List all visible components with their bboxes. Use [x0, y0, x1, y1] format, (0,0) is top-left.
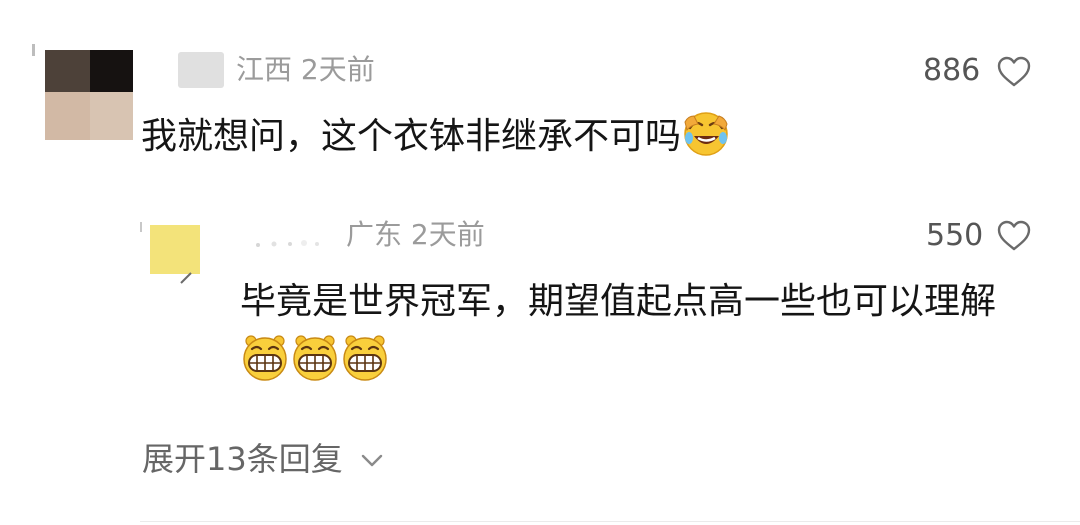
avatar-mark: [180, 272, 192, 284]
chevron-down-icon: [361, 454, 382, 467]
avatar-tile: [90, 92, 133, 140]
grinning-emoji: [340, 332, 390, 382]
avatar-edge: [140, 222, 142, 232]
heart-icon[interactable]: [997, 220, 1031, 252]
username-blurred[interactable]: [178, 52, 224, 88]
reply-like-count: 550: [926, 218, 984, 253]
laughing-crying-emoji: [681, 108, 731, 158]
expand-replies-button[interactable]: 展开13条回复: [142, 438, 383, 480]
heart-icon[interactable]: [997, 56, 1031, 88]
reply-text: 毕竟是世界冠军，期望值起点高一些也可以理解: [240, 281, 997, 322]
reply-body[interactable]: 毕竟是世界冠军，期望值起点高一些也可以理解: [240, 272, 1040, 390]
divider: [140, 521, 1080, 522]
reply-meta: 广东 2天前: [346, 217, 485, 253]
avatar-tile: [90, 50, 133, 92]
avatar[interactable]: [45, 50, 133, 140]
reply-avatar[interactable]: [150, 225, 200, 274]
reply-location: 广东: [346, 218, 403, 251]
avatar-edge: [32, 44, 35, 56]
expand-replies-label: 展开13条回复: [142, 440, 343, 478]
reply-username-blurred[interactable]: [252, 231, 324, 249]
comment-time: 2天前: [300, 53, 375, 86]
comment-body[interactable]: 我就想问，这个衣钵非继承不可吗: [141, 108, 731, 162]
avatar-tile: [45, 92, 90, 140]
comment-location: 江西: [236, 53, 293, 86]
grinning-emoji: [240, 332, 290, 382]
comment-meta: 江西 2天前: [236, 52, 375, 88]
grinning-emoji: [290, 332, 340, 382]
reply-time: 2天前: [410, 218, 485, 251]
avatar-tile: [45, 50, 90, 92]
comment-like-count: 886: [923, 53, 981, 88]
comment-text: 我就想问，这个衣钵非继承不可吗: [141, 116, 682, 157]
